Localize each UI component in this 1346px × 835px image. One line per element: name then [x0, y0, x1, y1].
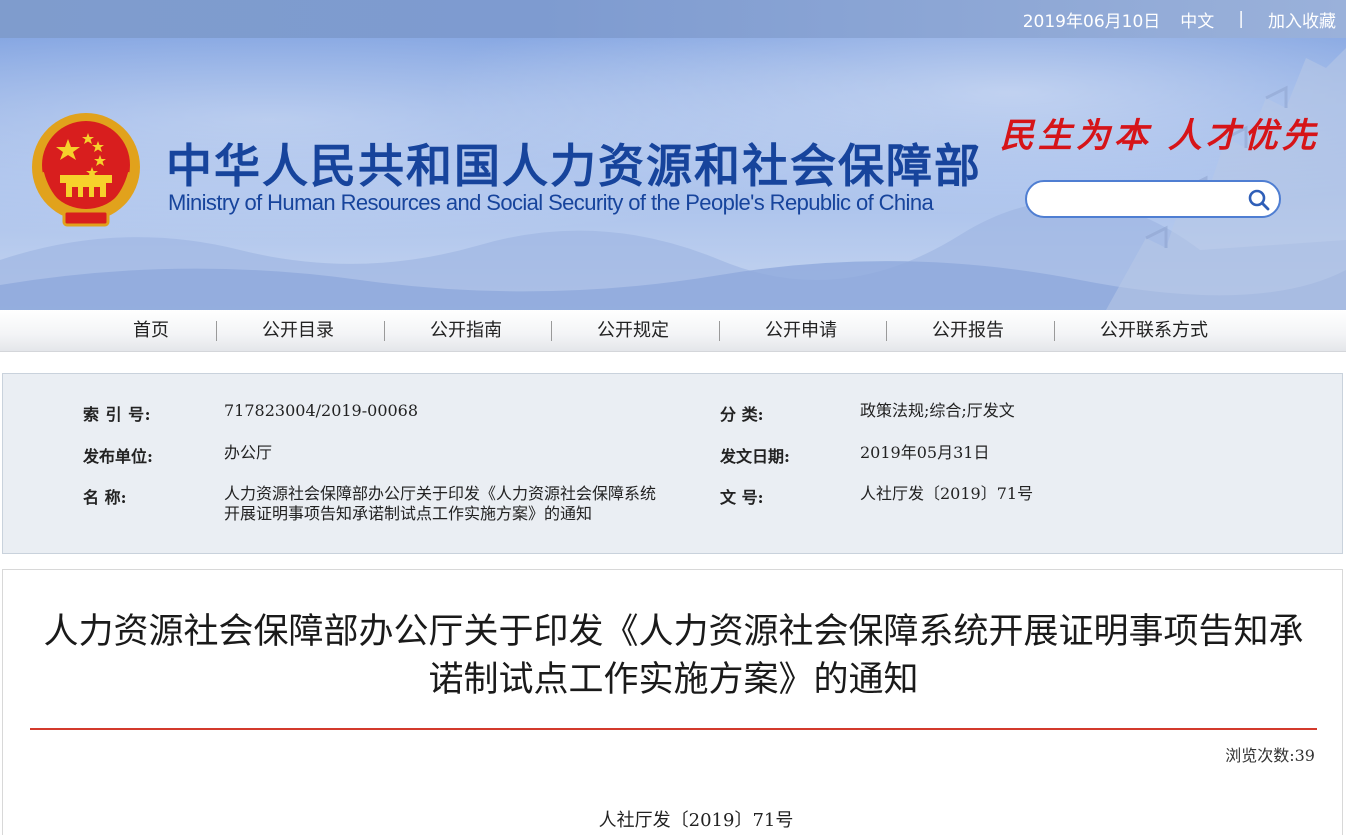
- nav-separator: [216, 321, 217, 341]
- nav-separator: [384, 321, 385, 341]
- article-content: 人力资源社会保障部办公厅关于印发《人力资源社会保障系统开展证明事项告知承诺制试点…: [2, 569, 1343, 835]
- site-banner: 中华人民共和国人力资源和社会保障部 Ministry of Human Reso…: [0, 38, 1346, 310]
- site-title-chinese: 中华人民共和国人力资源和社会保障部: [166, 139, 982, 193]
- main-navigation: 首页 公开目录 公开指南 公开规定 公开申请 公开报告 公开联系方式: [0, 310, 1346, 352]
- national-emblem-icon: [32, 113, 140, 227]
- nav-separator: [1054, 321, 1055, 341]
- document-name-label: 名 称:: [83, 488, 127, 507]
- document-info-panel: 索 引 号: 717823004/2019-00068 分 类: 政策法规;综合…: [2, 373, 1343, 554]
- view-count: 浏览次数:39: [1225, 746, 1315, 765]
- index-number-label: 索 引 号:: [83, 405, 152, 424]
- article-document-number: 人社厅发〔2019〕71号: [598, 810, 794, 831]
- great-wall-illustration: [1106, 48, 1346, 310]
- current-date: 2019年06月10日: [1022, 11, 1161, 32]
- site-slogan: 民生为本 人才优先: [1000, 116, 1320, 156]
- nav-item-guide[interactable]: 公开指南: [430, 310, 502, 352]
- search-icon[interactable]: [1247, 188, 1271, 212]
- category-label: 分 类:: [720, 405, 764, 424]
- category-value: 政策法规;综合;厅发文: [860, 401, 1015, 420]
- document-name-value: 人力资源社会保障部办公厅关于印发《人力资源社会保障系统开展证明事项告知承诺制试点…: [224, 484, 657, 523]
- document-number-label: 文 号:: [720, 488, 764, 507]
- nav-item-application[interactable]: 公开申请: [765, 310, 837, 352]
- nav-item-contact[interactable]: 公开联系方式: [1100, 310, 1208, 352]
- nav-item-rules[interactable]: 公开规定: [597, 310, 669, 352]
- title-divider: [30, 728, 1317, 730]
- site-title-english: Ministry of Human Resources and Social S…: [168, 190, 934, 215]
- add-bookmark-link[interactable]: 加入收藏: [1268, 7, 1336, 32]
- publisher-value: 办公厅: [224, 443, 273, 462]
- language-link-chinese[interactable]: 中文: [1180, 7, 1214, 32]
- index-number-value: 717823004/2019-00068: [224, 401, 419, 420]
- topbar-separator: |: [1238, 9, 1244, 29]
- nav-item-report[interactable]: 公开报告: [932, 310, 1004, 352]
- nav-item-catalog[interactable]: 公开目录: [262, 310, 334, 352]
- nav-separator: [719, 321, 720, 341]
- search-box: [1025, 180, 1281, 218]
- nav-separator: [551, 321, 552, 341]
- issue-date-value: 2019年05月31日: [860, 443, 990, 462]
- publisher-label: 发布单位:: [83, 447, 153, 466]
- document-number-value: 人社厅发〔2019〕71号: [860, 484, 1034, 503]
- article-title-text: 人力资源社会保障部办公厅关于印发《人力资源社会保障系统开展证明事项告知承诺制试点…: [43, 612, 1304, 700]
- nav-separator: [886, 321, 887, 341]
- nav-item-home[interactable]: 首页: [133, 310, 169, 352]
- top-utility-links: 2019年06月10日 中文 | 加入收藏: [1023, 0, 1336, 38]
- top-utility-bar: 2019年06月10日 中文 | 加入收藏: [0, 0, 1346, 38]
- search-input[interactable]: [1041, 188, 1241, 212]
- issue-date-label: 发文日期:: [720, 447, 790, 466]
- article-title: 人力资源社会保障部办公厅关于印发《人力资源社会保障系统开展证明事项告知承诺制试点…: [3, 608, 1344, 704]
